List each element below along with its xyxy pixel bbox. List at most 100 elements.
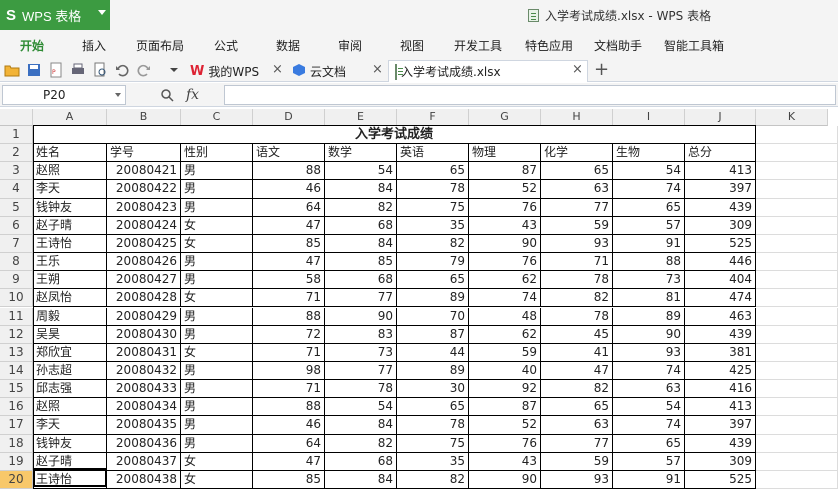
data-cell[interactable]: 57 <box>613 216 685 235</box>
tab-document[interactable]: W 我的WPS <box>190 60 259 82</box>
data-cell[interactable]: 65 <box>397 398 469 417</box>
row-header[interactable]: 16 <box>0 398 33 417</box>
header-cell[interactable]: 学号 <box>107 144 181 163</box>
header-cell[interactable]: 总分 <box>685 144 756 163</box>
wps-app-menu-button[interactable]: S WPS 表格 <box>0 0 110 30</box>
header-cell[interactable]: 数学 <box>325 144 397 163</box>
data-cell[interactable]: 47 <box>253 253 325 272</box>
data-cell[interactable]: 52 <box>469 180 541 199</box>
insert-function-fx-icon[interactable]: fx <box>186 87 199 103</box>
data-cell[interactable]: 43 <box>469 452 541 471</box>
data-cell[interactable]: 赵照 <box>33 398 107 417</box>
data-cell[interactable]: 78 <box>397 180 469 199</box>
export-pdf-icon[interactable]: P <box>48 62 64 78</box>
row-header[interactable]: 9 <box>0 271 33 290</box>
header-cell[interactable]: 生物 <box>613 144 685 163</box>
data-cell[interactable]: 76 <box>469 434 541 453</box>
data-cell[interactable]: 54 <box>325 398 397 417</box>
data-cell[interactable]: 64 <box>253 198 325 217</box>
formula-input[interactable] <box>224 85 836 105</box>
data-cell[interactable]: 98 <box>253 361 325 381</box>
data-cell[interactable]: 孙志超 <box>33 361 107 381</box>
empty-cell[interactable] <box>756 325 838 344</box>
row-header[interactable]: 4 <box>0 180 33 199</box>
empty-cell[interactable] <box>756 180 838 199</box>
data-cell[interactable]: 88 <box>613 253 685 272</box>
data-cell[interactable]: 88 <box>253 307 325 326</box>
row-header[interactable]: 5 <box>0 198 33 217</box>
data-cell[interactable]: 54 <box>613 162 685 181</box>
data-cell[interactable]: 63 <box>613 380 685 399</box>
column-header[interactable]: E <box>325 109 397 126</box>
data-cell[interactable]: 413 <box>685 162 756 181</box>
data-cell[interactable]: 83 <box>325 325 397 344</box>
data-cell[interactable]: 20080425 <box>107 234 181 254</box>
data-cell[interactable]: 309 <box>685 216 756 235</box>
data-cell[interactable]: 397 <box>685 180 756 199</box>
data-cell[interactable]: 474 <box>685 289 756 308</box>
close-tab-icon[interactable]: × <box>572 62 583 77</box>
header-cell[interactable]: 化学 <box>541 144 613 163</box>
data-cell[interactable]: 44 <box>397 343 469 362</box>
menu-item[interactable]: 插入 <box>82 37 106 54</box>
print-preview-icon[interactable] <box>92 62 108 78</box>
data-cell[interactable]: 397 <box>685 416 756 435</box>
data-cell[interactable]: 男 <box>181 271 253 290</box>
empty-cell[interactable] <box>756 380 838 399</box>
column-header[interactable]: F <box>397 109 469 126</box>
empty-cell[interactable] <box>756 470 838 489</box>
data-cell[interactable]: 王诗怡 <box>33 234 107 254</box>
data-cell[interactable]: 20080430 <box>107 325 181 344</box>
sheet-title-cell[interactable]: 入学考试成绩 <box>33 126 756 145</box>
row-header[interactable]: 2 <box>0 144 33 163</box>
data-cell[interactable]: 54 <box>613 398 685 417</box>
row-header[interactable]: 10 <box>0 289 33 308</box>
data-cell[interactable]: 68 <box>325 216 397 235</box>
menu-item[interactable]: 数据 <box>276 37 300 54</box>
data-cell[interactable]: 381 <box>685 343 756 362</box>
data-cell[interactable]: 47 <box>253 216 325 235</box>
empty-cell[interactable] <box>756 144 838 163</box>
data-cell[interactable]: 郑欣宜 <box>33 343 107 362</box>
row-header[interactable]: 1 <box>0 126 33 145</box>
data-cell[interactable]: 57 <box>613 452 685 471</box>
data-cell[interactable]: 58 <box>253 271 325 290</box>
data-cell[interactable]: 65 <box>613 198 685 217</box>
data-cell[interactable]: 87 <box>397 325 469 344</box>
menu-item[interactable]: 页面布局 <box>136 37 184 54</box>
data-cell[interactable]: 76 <box>469 198 541 217</box>
data-cell[interactable]: 75 <box>397 198 469 217</box>
data-cell[interactable]: 76 <box>469 253 541 272</box>
close-tab-icon[interactable]: × <box>272 62 283 77</box>
data-cell[interactable]: 93 <box>541 470 613 489</box>
data-cell[interactable]: 525 <box>685 234 756 254</box>
data-cell[interactable]: 75 <box>397 434 469 453</box>
empty-cell[interactable] <box>756 126 838 145</box>
data-cell[interactable]: 64 <box>253 434 325 453</box>
data-cell[interactable]: 赵子晴 <box>33 216 107 235</box>
data-cell[interactable]: 20080421 <box>107 162 181 181</box>
data-cell[interactable]: 35 <box>397 452 469 471</box>
data-cell[interactable]: 钱钟友 <box>33 434 107 453</box>
data-cell[interactable]: 82 <box>397 234 469 254</box>
data-cell[interactable]: 425 <box>685 361 756 381</box>
data-cell[interactable]: 439 <box>685 434 756 453</box>
data-cell[interactable]: 20080423 <box>107 198 181 217</box>
data-cell[interactable]: 20080434 <box>107 398 181 417</box>
data-cell[interactable]: 82 <box>325 434 397 453</box>
column-header[interactable]: B <box>107 109 181 126</box>
header-cell[interactable]: 英语 <box>397 144 469 163</box>
data-cell[interactable]: 男 <box>181 380 253 399</box>
data-cell[interactable]: 78 <box>325 380 397 399</box>
empty-cell[interactable] <box>756 434 838 453</box>
data-cell[interactable]: 男 <box>181 307 253 326</box>
data-cell[interactable]: 78 <box>541 271 613 290</box>
row-header[interactable]: 11 <box>0 307 33 326</box>
data-cell[interactable]: 46 <box>253 416 325 435</box>
empty-cell[interactable] <box>756 398 838 417</box>
data-cell[interactable]: 20080436 <box>107 434 181 453</box>
data-cell[interactable]: 65 <box>397 271 469 290</box>
data-cell[interactable]: 48 <box>469 307 541 326</box>
data-cell[interactable]: 女 <box>181 452 253 471</box>
data-cell[interactable]: 63 <box>541 416 613 435</box>
